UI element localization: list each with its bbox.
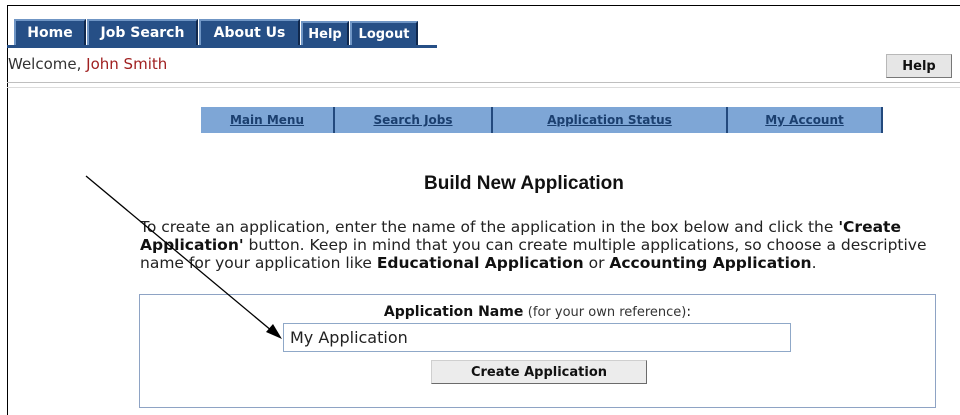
pointer-arrow-icon bbox=[85, 175, 282, 339]
